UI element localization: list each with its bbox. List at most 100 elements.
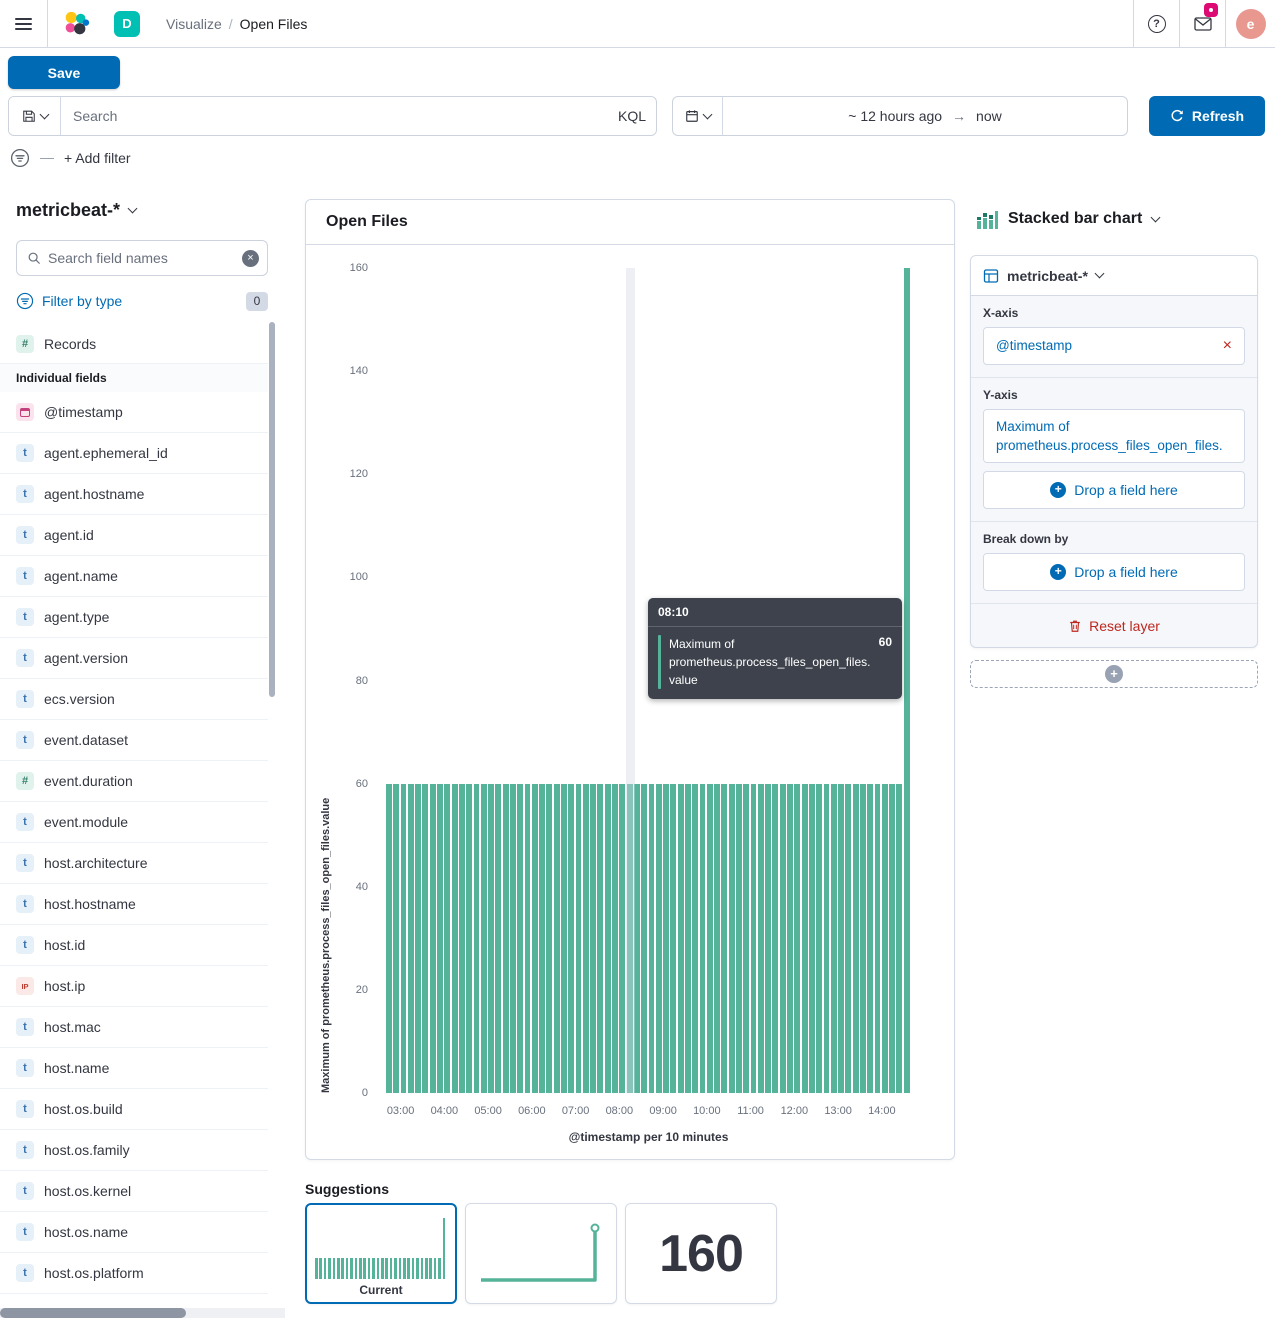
bar-16[interactable]: [503, 784, 509, 1093]
field-item-host.os.family[interactable]: thost.os.family: [0, 1130, 268, 1171]
bar-47[interactable]: [729, 784, 735, 1093]
bar-67[interactable]: [875, 784, 881, 1093]
bar-24[interactable]: [561, 784, 567, 1093]
bar-27[interactable]: [583, 784, 589, 1093]
field-item-host.os.kernel[interactable]: thost.os.kernel: [0, 1171, 268, 1212]
bar-58[interactable]: [809, 784, 815, 1093]
bar-9[interactable]: [452, 784, 458, 1093]
bar-0[interactable]: [386, 784, 392, 1093]
field-item-host.os.build[interactable]: thost.os.build: [0, 1089, 268, 1130]
bar-68[interactable]: [882, 784, 888, 1093]
bar-11[interactable]: [466, 784, 472, 1093]
bar-13[interactable]: [481, 784, 487, 1093]
bar-63[interactable]: [845, 784, 851, 1093]
bar-38[interactable]: [663, 784, 669, 1093]
suggestion-line-chart[interactable]: [465, 1203, 617, 1304]
y-axis-field[interactable]: Maximum of prometheus.process_files_open…: [996, 417, 1232, 455]
bar-56[interactable]: [794, 784, 800, 1093]
bar-54[interactable]: [780, 784, 786, 1093]
bar-51[interactable]: [758, 784, 764, 1093]
menu-button[interactable]: [0, 0, 48, 47]
bar-18[interactable]: [517, 784, 523, 1093]
field-item-@timestamp[interactable]: @timestamp: [0, 392, 268, 433]
time-range-to[interactable]: now: [976, 108, 1002, 124]
layer-index-pattern-switcher[interactable]: metricbeat-*: [971, 256, 1257, 296]
bar-17[interactable]: [510, 784, 516, 1093]
notifications-button[interactable]: [1179, 0, 1225, 47]
bar-12[interactable]: [474, 784, 480, 1093]
bar-28[interactable]: [590, 784, 596, 1093]
search-input[interactable]: [61, 97, 608, 135]
bar-41[interactable]: [685, 784, 691, 1093]
clear-search-icon[interactable]: ×: [242, 250, 259, 267]
field-item-event.dataset[interactable]: tevent.dataset: [0, 720, 268, 761]
bar-20[interactable]: [532, 784, 538, 1093]
horizontal-scroll-thumb[interactable]: [0, 1308, 186, 1318]
bar-29[interactable]: [597, 784, 603, 1093]
bar-43[interactable]: [700, 784, 706, 1093]
field-item-agent.version[interactable]: tagent.version: [0, 638, 268, 679]
bar-6[interactable]: [430, 784, 436, 1093]
bar-25[interactable]: [568, 784, 574, 1093]
help-button[interactable]: ?: [1133, 0, 1179, 47]
bar-5[interactable]: [422, 784, 428, 1093]
field-item-agent.name[interactable]: tagent.name: [0, 556, 268, 597]
field-item-event.duration[interactable]: #event.duration: [0, 761, 268, 802]
bar-64[interactable]: [853, 784, 859, 1093]
field-item-host.os.platform[interactable]: thost.os.platform: [0, 1253, 268, 1294]
y-axis-dimension[interactable]: Maximum of prometheus.process_files_open…: [983, 409, 1245, 463]
bar-40[interactable]: [678, 784, 684, 1093]
field-item-records[interactable]: # Records: [0, 324, 268, 364]
field-item-agent.type[interactable]: tagent.type: [0, 597, 268, 638]
time-range-from[interactable]: ~ 12 hours ago: [848, 108, 942, 124]
bar-10[interactable]: [459, 784, 465, 1093]
space-badge[interactable]: D: [114, 11, 140, 37]
refresh-button[interactable]: Refresh: [1149, 96, 1265, 136]
user-menu-button[interactable]: e: [1225, 0, 1275, 47]
bar-1[interactable]: [393, 784, 399, 1093]
time-range-display[interactable]: ~ 12 hours ago → now: [723, 97, 1127, 135]
bar-48[interactable]: [736, 784, 742, 1093]
bar-23[interactable]: [554, 784, 560, 1093]
bar-19[interactable]: [525, 784, 531, 1093]
bar-31[interactable]: [612, 784, 618, 1093]
index-pattern-switcher[interactable]: metricbeat-*: [16, 200, 136, 221]
field-item-host.name[interactable]: thost.name: [0, 1048, 268, 1089]
bar-44[interactable]: [707, 784, 713, 1093]
bar-3[interactable]: [408, 784, 414, 1093]
field-item-host.mac[interactable]: thost.mac: [0, 1007, 268, 1048]
bar-53[interactable]: [772, 784, 778, 1093]
filter-by-type-button[interactable]: Filter by type 0: [16, 286, 268, 316]
chart-type-switcher[interactable]: Stacked bar chart: [976, 208, 1159, 230]
x-axis-field[interactable]: @timestamp: [996, 336, 1215, 355]
bar-55[interactable]: [787, 784, 793, 1093]
bar-61[interactable]: [831, 784, 837, 1093]
bar-66[interactable]: [867, 784, 873, 1093]
bar-37[interactable]: [656, 784, 662, 1093]
bar-30[interactable]: [605, 784, 611, 1093]
bar-42[interactable]: [692, 784, 698, 1093]
suggestion-current[interactable]: Current: [305, 1203, 457, 1304]
field-item-host.hostname[interactable]: thost.hostname: [0, 884, 268, 925]
elastic-logo[interactable]: [48, 0, 104, 47]
bar-60[interactable]: [824, 784, 830, 1093]
field-item-host.id[interactable]: thost.id: [0, 925, 268, 966]
field-search-input[interactable]: [48, 250, 235, 266]
field-item-agent.hostname[interactable]: tagent.hostname: [0, 474, 268, 515]
field-item-agent.id[interactable]: tagent.id: [0, 515, 268, 556]
bar-59[interactable]: [816, 784, 822, 1093]
bar-36[interactable]: [649, 784, 655, 1093]
save-button[interactable]: Save: [8, 56, 120, 89]
bar-14[interactable]: [488, 784, 494, 1093]
field-item-event.module[interactable]: tevent.module: [0, 802, 268, 843]
remove-dimension-icon[interactable]: ×: [1215, 338, 1232, 354]
breadcrumb-visualize[interactable]: Visualize: [166, 16, 222, 32]
saved-query-menu-button[interactable]: [9, 97, 61, 135]
sidebar-scrollbar[interactable]: [269, 322, 275, 697]
bar-21[interactable]: [539, 784, 545, 1093]
reset-layer-button[interactable]: Reset layer: [971, 603, 1257, 647]
break-down-drop-field[interactable]: + Drop a field here: [983, 553, 1245, 591]
suggestion-metric[interactable]: 160: [625, 1203, 777, 1304]
bar-46[interactable]: [721, 784, 727, 1093]
bar-65[interactable]: [860, 784, 866, 1093]
